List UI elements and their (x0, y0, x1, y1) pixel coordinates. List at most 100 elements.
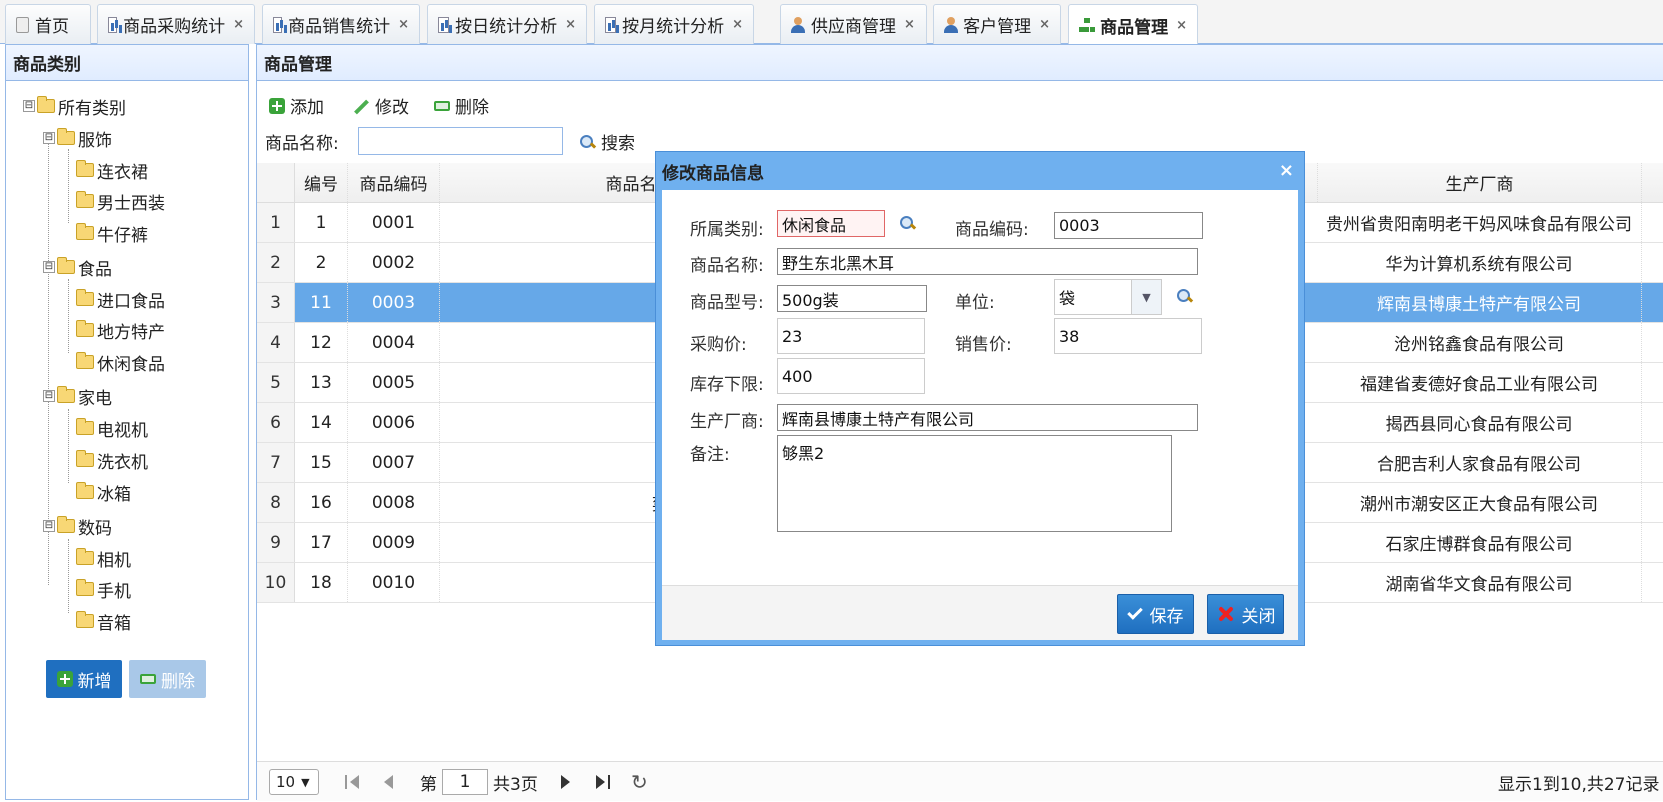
close-icon[interactable]: × (233, 17, 244, 32)
tree-node-label: 家电 (78, 388, 112, 409)
collapse-icon[interactable]: ⊟ (23, 100, 35, 112)
tree-node-leaf[interactable]: 休闲食品 (76, 349, 165, 375)
tree-node-group[interactable]: ⊟ 服饰 (43, 125, 112, 151)
collapse-icon[interactable]: ⊟ (43, 390, 55, 402)
first-page-button[interactable] (345, 762, 359, 802)
search-icon (579, 134, 595, 150)
close-icon[interactable]: × (1176, 18, 1187, 33)
tab-label: 按日统计分析 (455, 17, 558, 37)
model-field[interactable]: 500g装 (777, 285, 927, 312)
tree-node-leaf[interactable]: 地方特产 (76, 317, 165, 343)
tab-daily-analysis[interactable]: 按日统计分析 × (427, 4, 587, 44)
tree-node-label: 洗衣机 (97, 452, 148, 473)
dialog-body: 所属类别: 休闲食品 商品编码: 0003 商品名称: 野生东北黑木耳 商品型号… (662, 190, 1298, 585)
folder-icon (76, 289, 94, 306)
maker-field[interactable]: 辉南县博康土特产有限公司 (777, 404, 1198, 431)
pager-summary: 显示1到10,共27记录 (1498, 774, 1660, 795)
row-number-cell: 10 (257, 563, 295, 602)
close-icon[interactable]: × (1039, 17, 1050, 32)
sale-price-field[interactable]: 38 (1054, 318, 1202, 354)
folder-icon (57, 128, 75, 145)
chevron-down-icon: ▼ (301, 775, 310, 789)
tab-purchase-stats[interactable]: 商品采购统计 × (97, 4, 255, 44)
tree-node-leaf[interactable]: 手机 (76, 576, 131, 602)
close-button[interactable]: 关闭 (1207, 594, 1284, 634)
tab-product[interactable]: 商品管理 × (1068, 4, 1198, 45)
pencil-icon (353, 98, 369, 114)
tab-home[interactable]: 首页 (5, 4, 91, 44)
tree-node-leaf[interactable]: 连衣裙 (76, 157, 148, 183)
delete-button[interactable]: 删除 (434, 93, 489, 118)
column-header-code[interactable]: 商品编码 (348, 163, 440, 202)
close-icon[interactable]: × (904, 17, 915, 32)
tab-customer[interactable]: 客户管理 × (933, 4, 1061, 44)
close-icon[interactable]: × (565, 17, 576, 32)
page-number-field[interactable]: 1 (442, 762, 488, 802)
close-icon[interactable]: × (732, 17, 743, 32)
tree-node-leaf[interactable]: 男士西装 (76, 188, 165, 214)
maker-cell: 华为计算机系统有限公司 (1317, 243, 1642, 282)
collapse-icon[interactable]: ⊟ (43, 132, 55, 144)
code-cell: 0003 (348, 283, 440, 322)
remark-textarea[interactable]: 够黑2 (777, 435, 1172, 532)
next-page-button[interactable] (561, 762, 570, 802)
tree-node-leaf[interactable]: 洗衣机 (76, 447, 148, 473)
search-input[interactable] (358, 127, 563, 155)
tab-sales-stats[interactable]: 商品销售统计 × (262, 4, 420, 44)
tree-node-leaf[interactable]: 牛仔裤 (76, 220, 148, 246)
stock-min-field[interactable]: 400 (777, 358, 925, 394)
column-header-id[interactable]: 编号 (295, 163, 348, 202)
close-icon[interactable]: × (398, 17, 409, 32)
tab-monthly-analysis[interactable]: 按月统计分析 × (594, 4, 754, 44)
column-header-maker[interactable]: 生产厂商 (1317, 163, 1642, 202)
tree-node-leaf[interactable]: 电视机 (76, 415, 148, 441)
tree-node-group[interactable]: ⊟ 家电 (43, 383, 112, 409)
row-number-cell: 6 (257, 403, 295, 442)
tree-icon (1079, 18, 1094, 32)
maker-cell: 湖南省华文食品有限公司 (1317, 563, 1642, 602)
close-icon[interactable]: × (1279, 160, 1294, 181)
maker-label: 生产厂商: (690, 412, 764, 432)
tree-node-leaf[interactable]: 相机 (76, 545, 131, 571)
tree-node-group[interactable]: ⊟ 数码 (43, 513, 112, 539)
model-label: 商品型号: (690, 293, 764, 313)
search-button[interactable]: 搜索 (579, 129, 635, 154)
tree-node-root[interactable]: ⊟ 所有类别 (23, 93, 126, 119)
chevron-down-icon[interactable]: ▼ (1131, 280, 1161, 314)
dialog-title: 修改商品信息 (662, 163, 764, 184)
refresh-icon[interactable]: ↻ (631, 762, 648, 802)
name-field[interactable]: 野生东北黑木耳 (777, 248, 1198, 275)
tree-guide (68, 149, 69, 223)
collapse-icon[interactable]: ⊟ (43, 261, 55, 273)
tab-label: 按月统计分析 (622, 17, 725, 37)
category-field[interactable]: 休闲食品 (777, 210, 885, 237)
tab-supplier[interactable]: 供应商管理 × (780, 4, 927, 44)
code-cell: 0001 (348, 203, 440, 242)
add-category-button[interactable]: 新增 (46, 660, 122, 698)
tab-bar: 首页 商品采购统计 × 商品销售统计 × 按日统计分析 × 按月统计分析 × 供… (0, 0, 1663, 45)
category-search-button[interactable] (899, 215, 905, 235)
edit-button[interactable]: 修改 (353, 93, 409, 118)
prev-page-button[interactable] (384, 762, 393, 802)
delete-category-button[interactable]: 删除 (129, 660, 206, 698)
tree-node-leaf[interactable]: 冰箱 (76, 479, 131, 505)
delete-icon (434, 100, 450, 111)
folder-icon (57, 516, 75, 533)
unit-select[interactable]: 袋 ▼ (1054, 279, 1162, 315)
page-size-select[interactable]: 10 ▼ (269, 762, 319, 802)
last-page-button[interactable] (596, 762, 610, 802)
row-number-cell: 2 (257, 243, 295, 282)
collapse-icon[interactable]: ⊟ (43, 520, 55, 532)
unit-search-button[interactable] (1176, 288, 1182, 308)
code-field[interactable]: 0003 (1054, 212, 1203, 239)
tree-node-group[interactable]: ⊟ 食品 (43, 254, 112, 280)
tree-node-leaf[interactable]: 进口食品 (76, 286, 165, 312)
add-button[interactable]: 添加 (269, 93, 324, 118)
save-button[interactable]: 保存 (1117, 594, 1194, 634)
folder-icon (76, 548, 94, 565)
close-label: 关闭 (1241, 606, 1276, 627)
tree-node-leaf[interactable]: 音箱 (76, 608, 131, 634)
page-number-input[interactable]: 1 (442, 769, 488, 795)
purchase-price-field[interactable]: 23 (777, 318, 925, 354)
row-number-cell: 4 (257, 323, 295, 362)
